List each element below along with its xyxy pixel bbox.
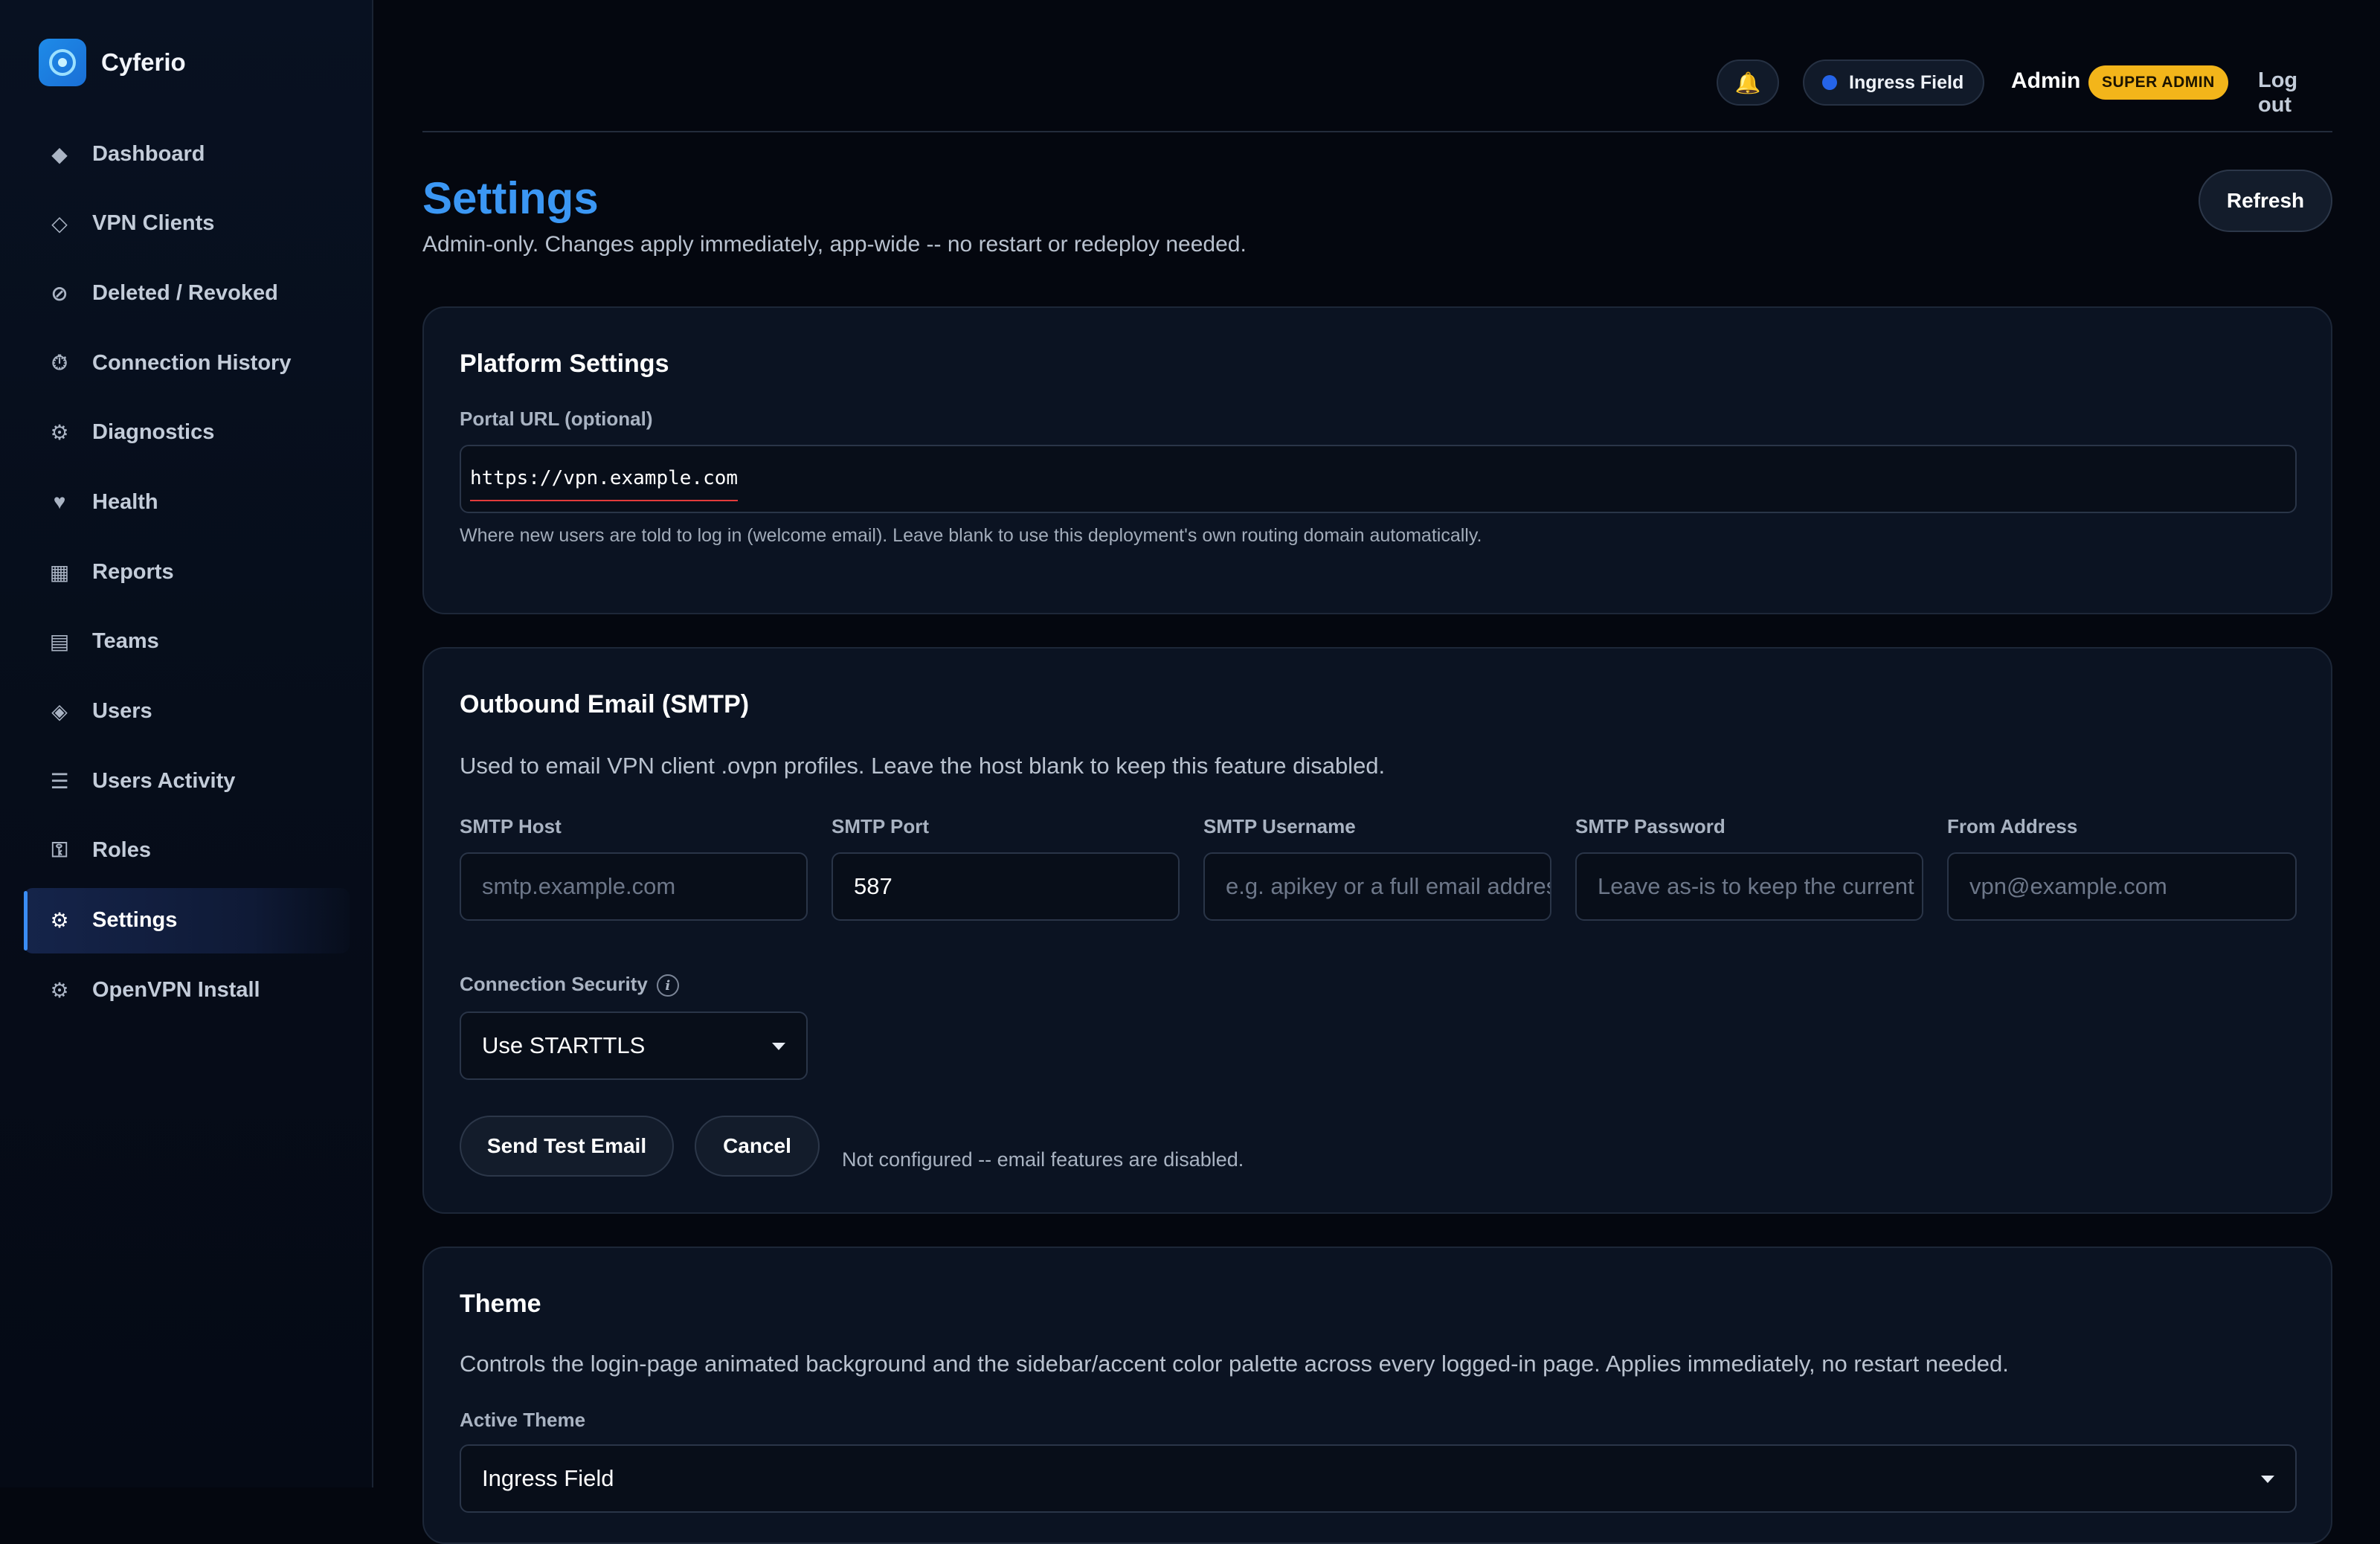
active-theme-select[interactable]: Ingress Field <box>460 1444 2297 1513</box>
smtp-username-label: SMTP Username <box>1203 815 1356 837</box>
logout-link[interactable]: Log out <box>2258 68 2332 118</box>
sidebar-item-roles[interactable]: ⚿ Roles <box>24 818 350 884</box>
portal-url-input[interactable]: https://vpn.example.com <box>460 445 2297 513</box>
brand-name: Cyferio <box>101 48 186 76</box>
sidebar-item-health[interactable]: ♥ Health <box>24 469 350 535</box>
page-subtitle: Admin-only. Changes apply immediately, a… <box>422 232 1247 257</box>
sidebar-item-label: VPN Clients <box>92 211 215 236</box>
connection-security-value: Use STARTTLS <box>482 1032 646 1058</box>
smtp-host-input[interactable]: smtp.example.com <box>460 852 808 921</box>
platform-settings-card: Platform Settings Portal URL (optional) … <box>422 306 2332 614</box>
chevron-down-icon <box>772 1043 785 1050</box>
smtp-password-input[interactable]: Leave as-is to keep the current password <box>1575 852 1923 921</box>
refresh-button[interactable]: Refresh <box>2199 170 2332 232</box>
theme-description: Controls the login-page animated backgro… <box>460 1351 2009 1377</box>
target-logo-icon <box>39 39 86 86</box>
sidebar-item-label: Health <box>92 489 158 514</box>
cancel-button[interactable]: Cancel <box>695 1116 820 1177</box>
theme-title: Theme <box>460 1290 541 1318</box>
list-box-icon: ▤ <box>49 630 70 654</box>
sidebar-item-label: OpenVPN Install <box>92 977 260 1002</box>
smtp-description: Used to email VPN client .ovpn profiles.… <box>460 753 1386 779</box>
diamond-outline-icon: ◇ <box>51 212 68 236</box>
sidebar-item-label: Deleted / Revoked <box>92 280 278 305</box>
brand[interactable]: Cyferio <box>39 39 186 86</box>
theme-card: Theme Controls the login-page animated b… <box>422 1247 2332 1544</box>
main-content: 🔔 Ingress Field Admin SUPER ADMIN Log ou… <box>422 0 2332 1544</box>
send-test-email-button[interactable]: Send Test Email <box>460 1116 674 1177</box>
sidebar-item-label: Connection History <box>92 350 292 375</box>
gear-icon: ⚙ <box>50 978 69 1002</box>
sidebar-item-connection-history[interactable]: ⏱ Connection History <box>24 330 350 396</box>
active-theme-label: Active Theme <box>460 1409 586 1431</box>
smtp-status-note: Not configured -- email features are dis… <box>842 1148 1244 1171</box>
sidebar-item-label: Settings <box>92 908 178 933</box>
gear-icon: ⚙ <box>50 909 69 933</box>
sidebar-item-users-activity[interactable]: ☰ Users Activity <box>24 748 350 814</box>
sidebar-item-label: Roles <box>92 838 151 863</box>
grid-icon: ▦ <box>49 560 70 584</box>
smtp-password-label: SMTP Password <box>1575 815 1726 837</box>
sidebar: Cyferio ◆ Dashboard ◇ VPN Clients ⊘ Deleted /… <box>0 0 373 1487</box>
smtp-port-input[interactable]: 587 <box>832 852 1180 921</box>
sidebar-item-diagnostics[interactable]: ⚙ Diagnostics <box>24 400 350 466</box>
gear-icon: ⚙ <box>50 421 69 445</box>
sidebar-item-openvpn-install[interactable]: ⚙ OpenVPN Install <box>24 957 350 1023</box>
theme-indicator-label: Ingress Field <box>1849 71 1964 93</box>
users-diamond-icon: ◈ <box>51 700 68 723</box>
smtp-username-input[interactable]: e.g. apikey or a full email address <box>1203 852 1551 921</box>
sidebar-item-label: Teams <box>92 629 159 654</box>
key-icon: ⚿ <box>51 838 68 862</box>
smtp-port-label: SMTP Port <box>832 815 929 837</box>
theme-indicator-button[interactable]: Ingress Field <box>1803 59 1984 106</box>
revoked-icon: ⊘ <box>51 281 68 305</box>
status-dot-icon <box>1822 75 1837 90</box>
admin-name: Admin <box>2011 68 2081 93</box>
portal-url-help: Where new users are told to log in (welc… <box>460 525 1482 546</box>
portal-url-value: https://vpn.example.com <box>470 467 739 501</box>
role-badge: SUPER ADMIN <box>2088 65 2228 100</box>
sidebar-item-label: Users <box>92 699 152 723</box>
sidebar-item-dashboard[interactable]: ◆ Dashboard <box>24 121 350 187</box>
sidebar-item-settings[interactable]: ⚙ Settings <box>24 887 350 953</box>
sidebar-nav: ◆ Dashboard ◇ VPN Clients ⊘ Deleted / Revoked… <box>24 121 350 1027</box>
portal-url-label: Portal URL (optional) <box>460 408 653 430</box>
connection-security-label-text: Connection Security <box>460 973 648 995</box>
active-theme-value: Ingress Field <box>482 1465 614 1491</box>
connection-security-label: Connection Security i <box>460 973 679 997</box>
from-address-label: From Address <box>1947 815 2078 837</box>
menu-lines-icon: ☰ <box>50 769 69 793</box>
sidebar-item-vpn-clients[interactable]: ◇ VPN Clients <box>24 191 350 257</box>
sidebar-item-deleted-revoked[interactable]: ⊘ Deleted / Revoked <box>24 260 350 326</box>
info-icon[interactable]: i <box>656 974 679 997</box>
heart-icon: ♥ <box>53 490 66 514</box>
sidebar-item-label: Users Activity <box>92 768 236 793</box>
diamond-icon: ◆ <box>51 142 68 166</box>
topbar: 🔔 Ingress Field Admin SUPER ADMIN Log ou… <box>422 0 2332 132</box>
smtp-title: Outbound Email (SMTP) <box>460 690 750 718</box>
bell-icon[interactable]: 🔔 <box>1717 59 1779 106</box>
platform-settings-title: Platform Settings <box>460 350 669 378</box>
stopwatch-icon: ⏱ <box>51 350 68 374</box>
sidebar-item-label: Diagnostics <box>92 420 215 445</box>
smtp-card: Outbound Email (SMTP) Used to email VPN … <box>422 647 2332 1214</box>
sidebar-item-users[interactable]: ◈ Users <box>24 679 350 744</box>
connection-security-select[interactable]: Use STARTTLS <box>460 1011 808 1080</box>
chevron-down-icon <box>2261 1476 2274 1483</box>
sidebar-item-label: Dashboard <box>92 141 205 166</box>
sidebar-item-label: Reports <box>92 559 174 584</box>
page-title: Settings <box>422 173 599 223</box>
sidebar-item-teams[interactable]: ▤ Teams <box>24 609 350 675</box>
sidebar-item-reports[interactable]: ▦ Reports <box>24 539 350 605</box>
from-address-input[interactable]: vpn@example.com <box>1947 852 2297 921</box>
smtp-host-label: SMTP Host <box>460 815 562 837</box>
